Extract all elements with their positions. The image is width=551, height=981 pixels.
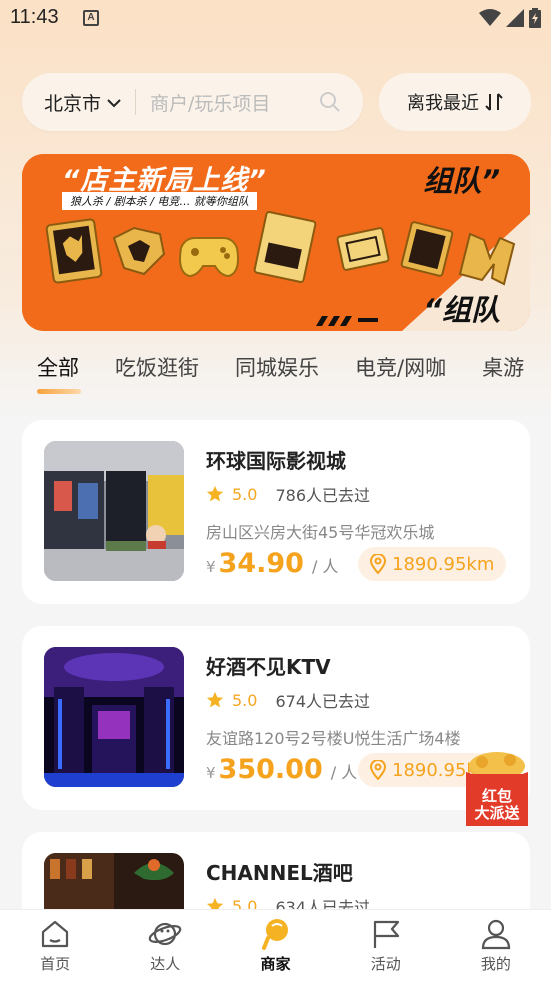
tab-food-shopping[interactable]: 吃饭逛街 bbox=[115, 350, 199, 400]
search-input[interactable]: 商户/玩乐项目 bbox=[150, 89, 319, 116]
status-icons bbox=[479, 8, 541, 28]
banner-subtitle: 狼人杀 / 剧本杀 / 电竞… 就等你组队 bbox=[62, 192, 257, 210]
home-icon bbox=[41, 920, 69, 948]
red-packet-line1: 红包 bbox=[481, 787, 512, 805]
nav-experts[interactable]: 达人 bbox=[110, 910, 220, 981]
user-icon bbox=[481, 919, 511, 950]
price-unit: / 人 bbox=[330, 763, 358, 782]
battery-icon bbox=[529, 8, 541, 28]
price-unit: / 人 bbox=[311, 557, 339, 576]
tab-label: 全部 bbox=[37, 356, 79, 380]
currency-symbol: ¥ bbox=[206, 764, 216, 782]
sort-label: 离我最近 bbox=[407, 93, 479, 114]
wifi-icon bbox=[479, 9, 501, 26]
listing-card[interactable]: 环球国际影视城 5.0 786人已去过 房山区兴房大街45号华冠欢乐城 ¥ 34… bbox=[22, 420, 530, 604]
nav-label: 活动 bbox=[370, 955, 401, 973]
price-value: 350.00 bbox=[218, 754, 323, 785]
listing-rating: 5.0 786人已去过 bbox=[206, 482, 370, 506]
listing-rating: 5.0 674人已去过 bbox=[206, 688, 370, 712]
nav-home[interactable]: 首页 bbox=[0, 910, 110, 981]
status-time: 11:43 bbox=[10, 6, 59, 28]
shop-icon bbox=[261, 919, 288, 950]
red-packet-line2: 大派送 bbox=[474, 804, 520, 822]
tab-underline bbox=[37, 389, 81, 394]
sort-arrows-icon bbox=[485, 93, 503, 111]
nav-label: 我的 bbox=[480, 955, 511, 973]
search-icon[interactable] bbox=[319, 91, 341, 113]
search-bar[interactable]: 北京市 商户/玩乐项目 bbox=[22, 73, 363, 131]
rating-value: 5.0 bbox=[232, 484, 258, 504]
distance-badge: 1890.95km bbox=[358, 547, 507, 581]
notification-a-icon: A bbox=[83, 10, 99, 26]
city-selector[interactable]: 北京市 bbox=[44, 89, 101, 116]
flag-icon bbox=[373, 920, 399, 948]
sort-button[interactable]: 离我最近 bbox=[379, 73, 531, 131]
distance-value: 1890.95km bbox=[392, 553, 495, 575]
listing-address: 友谊路120号2号楼U悦生活广场4楼 bbox=[206, 729, 461, 748]
listing-card[interactable]: 好酒不见KTV 5.0 674人已去过 友谊路120号2号楼U悦生活广场4楼 ¥… bbox=[22, 626, 530, 810]
banner-bottom-text: “组队 bbox=[423, 293, 500, 327]
listing-photo bbox=[44, 647, 184, 787]
planet-icon bbox=[149, 922, 182, 946]
nav-profile[interactable]: 我的 bbox=[441, 910, 551, 981]
status-bar: 11:43 A bbox=[0, 0, 551, 38]
visit-count: 786人已去过 bbox=[275, 486, 370, 505]
star-icon bbox=[206, 485, 224, 502]
divider bbox=[135, 89, 137, 115]
listing-price: ¥ 350.00 / 人 bbox=[206, 754, 357, 785]
category-tabs: 全部 吃饭逛街 同城娱乐 电竞/网咖 桌游 bbox=[37, 350, 551, 400]
nav-label: 首页 bbox=[40, 955, 71, 973]
listing-price: ¥ 34.90 / 人 bbox=[206, 548, 338, 579]
nav-activities[interactable]: 活动 bbox=[331, 910, 441, 981]
rating-value: 5.0 bbox=[232, 690, 258, 710]
nav-label: 达人 bbox=[150, 955, 181, 973]
listing-name: CHANNEL酒吧 bbox=[206, 861, 353, 885]
signal-icon bbox=[506, 9, 524, 27]
chevron-down-icon[interactable] bbox=[107, 98, 121, 108]
red-packet-button[interactable]: 红包 大派送 bbox=[462, 750, 532, 828]
listing-photo bbox=[44, 441, 184, 581]
star-icon bbox=[206, 691, 224, 708]
listing-address: 房山区兴房大街45号华冠欢乐城 bbox=[206, 523, 435, 542]
tab-boardgames[interactable]: 桌游 bbox=[482, 350, 524, 400]
location-pin-icon bbox=[370, 554, 386, 574]
location-pin-icon bbox=[370, 760, 386, 780]
tab-all[interactable]: 全部 bbox=[37, 350, 81, 400]
banner-title-right: 组队” bbox=[423, 164, 500, 198]
listing-name: 环球国际影视城 bbox=[206, 449, 346, 473]
nav-label: 商家 bbox=[260, 955, 291, 973]
price-value: 34.90 bbox=[218, 548, 304, 579]
visit-count: 674人已去过 bbox=[275, 692, 370, 711]
promo-banner[interactable]: “店主新局上线” 组队” 狼人杀 / 剧本杀 / 电竞… 就等你组队 “组队 bbox=[22, 154, 530, 331]
header-row: 北京市 商户/玩乐项目 离我最近 bbox=[22, 73, 531, 133]
currency-symbol: ¥ bbox=[206, 558, 216, 576]
listing-name: 好酒不见KTV bbox=[206, 655, 331, 679]
tab-entertainment[interactable]: 同城娱乐 bbox=[235, 350, 319, 400]
tab-esports[interactable]: 电竞/网咖 bbox=[355, 350, 446, 400]
bottom-nav: 首页 达人 商家 活动 我的 bbox=[0, 909, 551, 981]
nav-merchants[interactable]: 商家 bbox=[220, 910, 330, 981]
